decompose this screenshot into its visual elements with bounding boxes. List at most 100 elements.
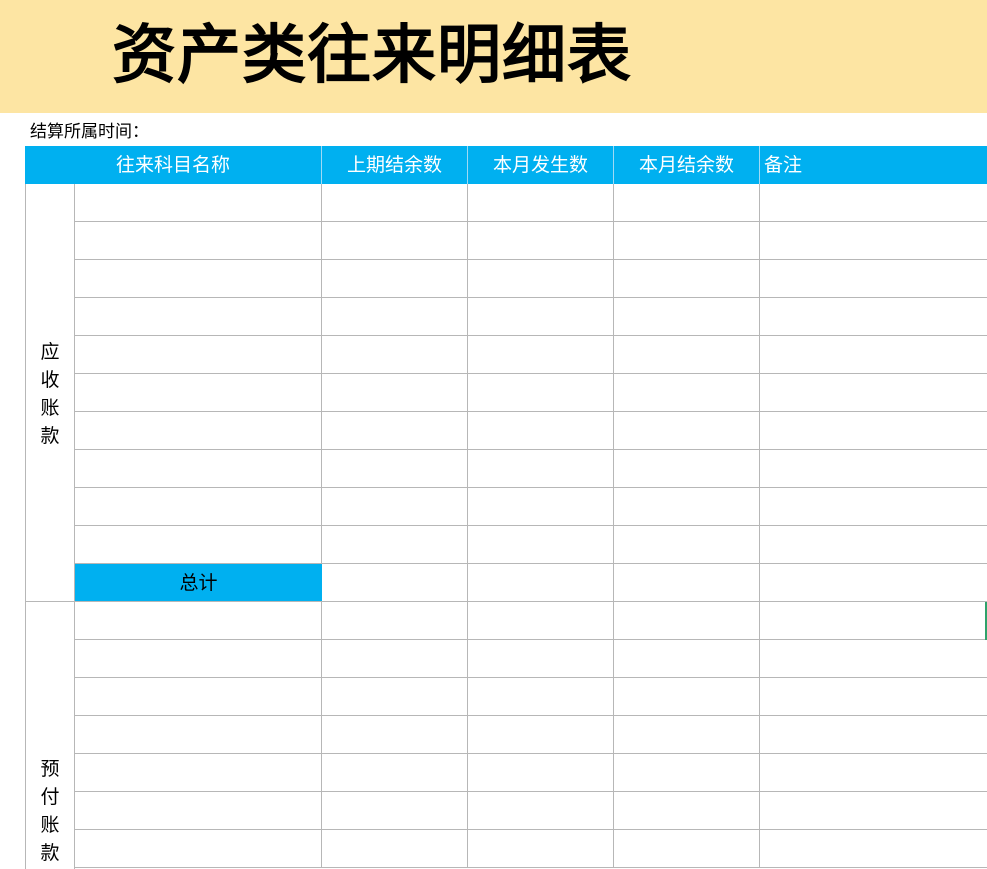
- column-header-previous-balance: 上期结余数: [322, 146, 468, 184]
- table-cell-account-name[interactable]: [75, 526, 322, 564]
- table-cell-current-balance[interactable]: [614, 602, 760, 640]
- table-cell-remarks[interactable]: [760, 488, 987, 526]
- table-cell-account-name[interactable]: [75, 716, 322, 754]
- table-cell-previous-balance[interactable]: [322, 412, 468, 450]
- column-header-current-balance: 本月结余数: [614, 146, 760, 184]
- table-cell-current-balance[interactable]: [614, 830, 760, 868]
- receivables-total-label: 总计: [75, 564, 322, 602]
- table-cell-current-amount[interactable]: [468, 754, 614, 792]
- table-cell-account-name[interactable]: [75, 298, 322, 336]
- table-cell-previous-balance[interactable]: [322, 602, 468, 640]
- table-cell-current-amount[interactable]: [468, 450, 614, 488]
- table-cell-remarks[interactable]: [760, 336, 987, 374]
- table-cell-previous-balance[interactable]: [322, 792, 468, 830]
- table-cell-current-amount[interactable]: [468, 830, 614, 868]
- table-cell-remarks[interactable]: [760, 184, 987, 222]
- table-cell-current-amount[interactable]: [468, 640, 614, 678]
- section-label-receivables-text: 应 收 账 款: [40, 341, 60, 447]
- table-cell-previous-balance[interactable]: [322, 830, 468, 868]
- table-cell-account-name[interactable]: [75, 374, 322, 412]
- table-cell-previous-balance[interactable]: [322, 336, 468, 374]
- table-cell-current-amount[interactable]: [468, 526, 614, 564]
- table-cell-remarks[interactable]: [760, 678, 987, 716]
- table-cell-account-name[interactable]: [75, 412, 322, 450]
- table-cell-remarks[interactable]: [760, 716, 987, 754]
- table-cell-current-balance[interactable]: [614, 374, 760, 412]
- section-label-prepayments-text: 预 付 账 款: [40, 758, 60, 864]
- table-cell-account-name[interactable]: [75, 260, 322, 298]
- table-cell-current-balance[interactable]: [614, 792, 760, 830]
- table-cell-current-balance[interactable]: [614, 640, 760, 678]
- table-cell-current-amount[interactable]: [468, 792, 614, 830]
- table-cell-previous-balance[interactable]: [322, 716, 468, 754]
- table-cell-current-balance[interactable]: [614, 260, 760, 298]
- table-cell-remarks[interactable]: [760, 754, 987, 792]
- table-cell-account-name[interactable]: [75, 602, 322, 640]
- table-cell-current-balance[interactable]: [614, 450, 760, 488]
- table-cell-current-balance[interactable]: [614, 336, 760, 374]
- table-cell-previous-balance[interactable]: [322, 754, 468, 792]
- table-cell-account-name[interactable]: [75, 830, 322, 868]
- table-cell-remarks[interactable]: [760, 602, 987, 640]
- table-cell-account-name[interactable]: [75, 678, 322, 716]
- settlement-period-label: 结算所属时间：: [30, 122, 149, 142]
- section-label-receivables: 应 收 账 款: [25, 184, 75, 602]
- table-cell-current-balance[interactable]: [614, 754, 760, 792]
- table-cell-account-name[interactable]: [75, 754, 322, 792]
- table-cell-current-amount[interactable]: [468, 222, 614, 260]
- table-cell-remarks[interactable]: [760, 260, 987, 298]
- table-cell-remarks[interactable]: [760, 222, 987, 260]
- table-cell-current-amount[interactable]: [468, 564, 614, 602]
- table-cell-current-balance[interactable]: [614, 678, 760, 716]
- table-cell-current-balance[interactable]: [614, 298, 760, 336]
- table-cell-account-name[interactable]: [75, 450, 322, 488]
- table-cell-current-balance[interactable]: [614, 488, 760, 526]
- ledger-table: 往来科目名称 上期结余数 本月发生数 本月结余数 备注 应 收 账 款 预 付 …: [25, 146, 987, 869]
- sheet-title: 资产类往来明细表: [112, 19, 632, 93]
- table-cell-current-balance[interactable]: [614, 564, 760, 602]
- table-cell-previous-balance[interactable]: [322, 640, 468, 678]
- table-cell-current-amount[interactable]: [468, 412, 614, 450]
- table-cell-current-amount[interactable]: [468, 336, 614, 374]
- table-cell-current-amount[interactable]: [468, 184, 614, 222]
- table-cell-account-name[interactable]: [75, 184, 322, 222]
- table-cell-previous-balance[interactable]: [322, 564, 468, 602]
- table-cell-previous-balance[interactable]: [322, 526, 468, 564]
- table-cell-current-amount[interactable]: [468, 602, 614, 640]
- table-cell-current-amount[interactable]: [468, 678, 614, 716]
- table-cell-current-balance[interactable]: [614, 526, 760, 564]
- table-cell-current-amount[interactable]: [468, 716, 614, 754]
- table-cell-previous-balance[interactable]: [322, 222, 468, 260]
- table-cell-remarks[interactable]: [760, 374, 987, 412]
- table-cell-previous-balance[interactable]: [322, 678, 468, 716]
- table-cell-previous-balance[interactable]: [322, 450, 468, 488]
- table-cell-current-amount[interactable]: [468, 260, 614, 298]
- table-cell-current-amount[interactable]: [468, 298, 614, 336]
- table-cell-previous-balance[interactable]: [322, 298, 468, 336]
- table-cell-account-name[interactable]: [75, 336, 322, 374]
- table-cell-previous-balance[interactable]: [322, 374, 468, 412]
- table-cell-current-balance[interactable]: [614, 716, 760, 754]
- table-cell-remarks[interactable]: [760, 640, 987, 678]
- table-cell-previous-balance[interactable]: [322, 184, 468, 222]
- table-cell-current-balance[interactable]: [614, 222, 760, 260]
- table-cell-account-name[interactable]: [75, 640, 322, 678]
- table-cell-previous-balance[interactable]: [322, 488, 468, 526]
- table-cell-remarks[interactable]: [760, 298, 987, 336]
- table-cell-account-name[interactable]: [75, 792, 322, 830]
- table-cell-current-balance[interactable]: [614, 412, 760, 450]
- column-header-current-amount: 本月发生数: [468, 146, 614, 184]
- table-cell-account-name[interactable]: [75, 222, 322, 260]
- column-header-remarks: 备注: [760, 146, 987, 184]
- table-cell-previous-balance[interactable]: [322, 260, 468, 298]
- table-cell-remarks[interactable]: [760, 792, 987, 830]
- table-cell-remarks[interactable]: [760, 412, 987, 450]
- table-cell-current-amount[interactable]: [468, 374, 614, 412]
- table-cell-remarks[interactable]: [760, 450, 987, 488]
- table-cell-remarks[interactable]: [760, 526, 987, 564]
- table-cell-current-amount[interactable]: [468, 488, 614, 526]
- table-cell-remarks[interactable]: [760, 830, 987, 868]
- table-cell-account-name[interactable]: [75, 488, 322, 526]
- table-cell-remarks[interactable]: [760, 564, 987, 602]
- table-cell-current-balance[interactable]: [614, 184, 760, 222]
